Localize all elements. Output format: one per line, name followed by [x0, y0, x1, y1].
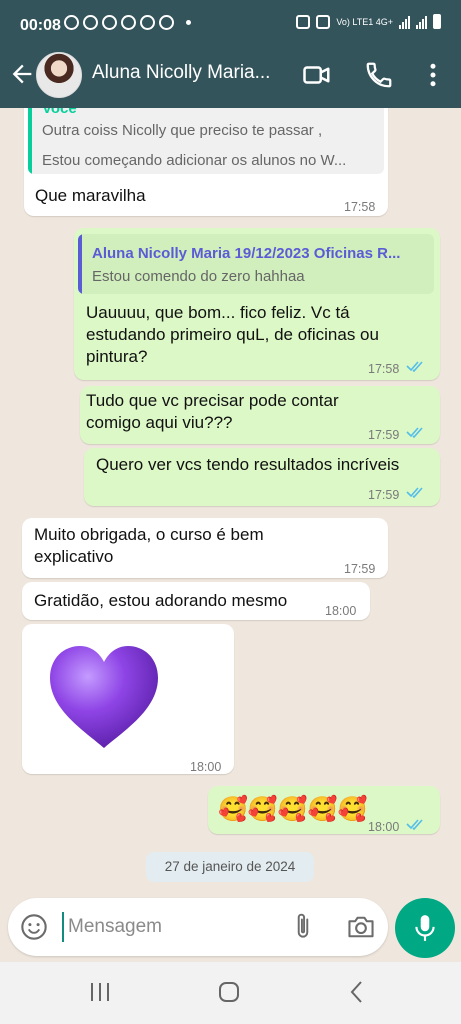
message-text-line: pintura? — [86, 347, 148, 366]
facebook-notification-icon-3 — [159, 15, 174, 30]
message-text-line: Tudo que vc precisar pode contar — [86, 391, 339, 410]
video-call-icon[interactable] — [302, 60, 332, 90]
message-time: 17:58 — [344, 200, 376, 214]
message-bubble-outgoing[interactable]: Quero ver vcs tendo resultados incríveis… — [84, 448, 440, 506]
chat-area[interactable]: Você Outra coiss Nicolly que preciso te … — [0, 108, 461, 890]
message-text-line: estudando primeiro quL, de oficinas ou — [86, 325, 379, 344]
message-text: Gratidão, estou adorando mesmo — [34, 591, 288, 610]
read-receipt-icon — [406, 427, 423, 438]
more-notifications-dot — [186, 20, 191, 25]
quote-text: Outra coiss Nicolly que preciso te passa… — [42, 122, 323, 139]
message-bubble-incoming[interactable]: Muito obrigada, o curso é bem explicativ… — [22, 518, 388, 578]
microphone-icon — [415, 915, 435, 941]
status-bar: 00:08 Vo) LTE1 4G+ — [0, 0, 461, 50]
back-arrow-icon[interactable] — [8, 60, 36, 88]
network-label: Vo) LTE1 4G+ — [336, 16, 393, 27]
mute-icon — [316, 14, 331, 29]
quoted-message[interactable]: Aluna Nicolly Maria 19/12/2023 Oficinas … — [78, 234, 434, 294]
message-bubble-outgoing[interactable]: Aluna Nicolly Maria 19/12/2023 Oficinas … — [74, 228, 440, 380]
signal-icon-2 — [416, 15, 427, 29]
top-bar: 00:08 Vo) LTE1 4G+ Aluna Nicolly Maria..… — [0, 0, 461, 108]
signal-icon — [399, 15, 410, 29]
facebook-notification-icon — [121, 15, 136, 30]
avatar[interactable] — [36, 52, 82, 98]
quote-title: Aluna Nicolly Maria 19/12/2023 Oficinas … — [92, 245, 401, 262]
message-time: 18:00 — [325, 604, 357, 618]
date-separator: 27 de janeiro de 2024 — [146, 852, 314, 882]
message-input[interactable] — [62, 912, 262, 942]
emoji-text: 🥰🥰🥰🥰🥰 — [218, 796, 368, 823]
message-bubble-outgoing[interactable]: Tudo que vc precisar pode contar comigo … — [80, 386, 440, 444]
quoted-message[interactable]: Você Outra coiss Nicolly que preciso te … — [28, 108, 384, 174]
message-bubble-outgoing[interactable]: 🥰🥰🥰🥰🥰 18:00 — [208, 786, 440, 834]
recent-apps-icon[interactable] — [88, 981, 112, 1003]
message-text-line: comigo aqui viu??? — [86, 413, 233, 432]
read-receipt-icon — [406, 361, 423, 372]
quote-text: Estou comendo do zero hahhaa — [92, 268, 305, 285]
message-time: 17:59 — [368, 488, 400, 502]
read-receipt-icon — [406, 487, 423, 498]
message-text-line: Muito obrigada, o curso é bem — [34, 525, 264, 544]
message-composer[interactable] — [8, 898, 388, 956]
system-nav-bar — [0, 962, 461, 1024]
facebook-notification-icon-2 — [140, 15, 155, 30]
message-time: 17:59 — [368, 428, 400, 442]
message-text: Que maravilha — [35, 186, 146, 205]
emoji-icon[interactable] — [20, 913, 48, 941]
message-text: Quero ver vcs tendo resultados incríveis — [96, 455, 400, 474]
battery-icon — [433, 14, 441, 29]
quote-accent-bar — [28, 108, 32, 174]
message-text-line: Uauuuu, que bom... fico feliz. Vc tá — [86, 303, 350, 322]
more-options-icon[interactable] — [418, 60, 448, 90]
whatsapp-notification-icon — [64, 15, 79, 30]
message-bubble-incoming[interactable]: 💜 18:00 — [22, 624, 234, 774]
message-bubble-incoming[interactable]: Gratidão, estou adorando mesmo 18:00 — [22, 582, 370, 620]
camera-icon[interactable] — [346, 913, 376, 941]
alarm-icon — [296, 14, 311, 29]
notification-icons — [64, 15, 191, 30]
quote-accent-bar — [78, 234, 82, 294]
app-notification-icon — [102, 15, 117, 30]
message-notification-icon — [83, 15, 98, 30]
message-bubble-incoming[interactable]: Você Outra coiss Nicolly que preciso te … — [24, 108, 388, 216]
contact-name[interactable]: Aluna Nicolly Maria... — [92, 62, 282, 84]
home-icon[interactable] — [217, 980, 241, 1004]
message-time: 18:00 — [368, 820, 400, 834]
quote-text: Estou começando adicionar os alunos no W… — [42, 152, 347, 169]
message-time: 17:58 — [368, 362, 400, 376]
chat-header: Aluna Nicolly Maria... — [0, 50, 461, 108]
voice-record-button[interactable] — [395, 898, 455, 958]
message-text-line: explicativo — [34, 547, 114, 566]
attach-icon[interactable] — [290, 912, 316, 942]
purple-heart-emoji — [50, 646, 158, 748]
phone-icon[interactable] — [364, 60, 394, 90]
message-time: 17:59 — [344, 562, 376, 576]
message-time: 18:00 — [190, 760, 222, 774]
status-icons: Vo) LTE1 4G+ — [296, 14, 441, 29]
read-receipt-icon — [406, 819, 423, 830]
nav-back-icon[interactable] — [347, 980, 367, 1004]
status-time: 00:08 — [20, 17, 61, 34]
quote-title: Você — [42, 108, 77, 117]
